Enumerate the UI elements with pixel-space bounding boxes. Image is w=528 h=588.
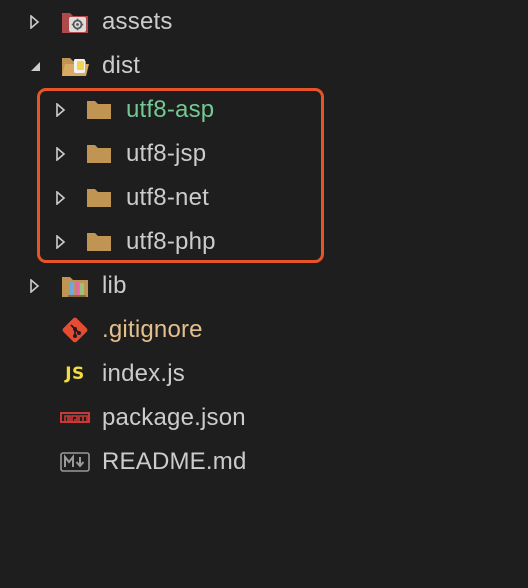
git-icon xyxy=(60,316,90,344)
tree-item-readme-md[interactable]: README.md xyxy=(0,440,528,484)
tree-item-label: dist xyxy=(102,52,141,79)
chevron-right-icon[interactable] xyxy=(54,189,68,207)
tree-item-label: .gitignore xyxy=(102,316,203,343)
folder-icon xyxy=(84,228,114,256)
tree-item-label: utf8-jsp xyxy=(126,140,207,167)
markdown-icon xyxy=(60,448,90,476)
chevron-right-icon[interactable] xyxy=(28,277,42,295)
tree-item-label: assets xyxy=(102,8,173,35)
tree-item-utf8-net[interactable]: utf8-net xyxy=(0,176,528,220)
tree-item-label: utf8-asp xyxy=(126,96,215,123)
folder-lib-icon xyxy=(60,272,90,300)
tree-item-index-js[interactable]: JS index.js xyxy=(0,352,528,396)
folder-assets-icon xyxy=(60,8,90,36)
javascript-icon-text: JS xyxy=(65,364,85,384)
file-explorer-tree: assets dist utf8-asp utf8-jsp utf8-net u… xyxy=(0,0,528,588)
tree-item-package-json[interactable]: package.json xyxy=(0,396,528,440)
tree-item-utf8-jsp[interactable]: utf8-jsp xyxy=(0,132,528,176)
tree-item-gitignore[interactable]: .gitignore xyxy=(0,308,528,352)
tree-item-label: utf8-net xyxy=(126,184,209,211)
tree-item-label: utf8-php xyxy=(126,228,216,255)
tree-item-label: index.js xyxy=(102,360,185,387)
chevron-right-icon[interactable] xyxy=(54,145,68,163)
tree-item-lib[interactable]: lib xyxy=(0,264,528,308)
tree-item-label: README.md xyxy=(102,448,247,475)
tree-item-utf8-asp[interactable]: utf8-asp xyxy=(0,88,528,132)
tree-item-dist[interactable]: dist xyxy=(0,44,528,88)
folder-dist-open-icon xyxy=(60,52,90,80)
tree-item-utf8-php[interactable]: utf8-php xyxy=(0,220,528,264)
folder-icon xyxy=(84,184,114,212)
tree-item-label: lib xyxy=(102,272,127,299)
chevron-right-icon[interactable] xyxy=(54,233,68,251)
npm-icon xyxy=(60,404,90,432)
folder-icon xyxy=(84,96,114,124)
javascript-icon: JS xyxy=(60,360,90,388)
tree-item-assets[interactable]: assets xyxy=(0,0,528,44)
tree-item-label: package.json xyxy=(102,404,246,431)
chevron-right-icon[interactable] xyxy=(28,13,42,31)
chevron-right-icon[interactable] xyxy=(54,101,68,119)
chevron-down-icon[interactable] xyxy=(28,57,42,75)
folder-icon xyxy=(84,140,114,168)
